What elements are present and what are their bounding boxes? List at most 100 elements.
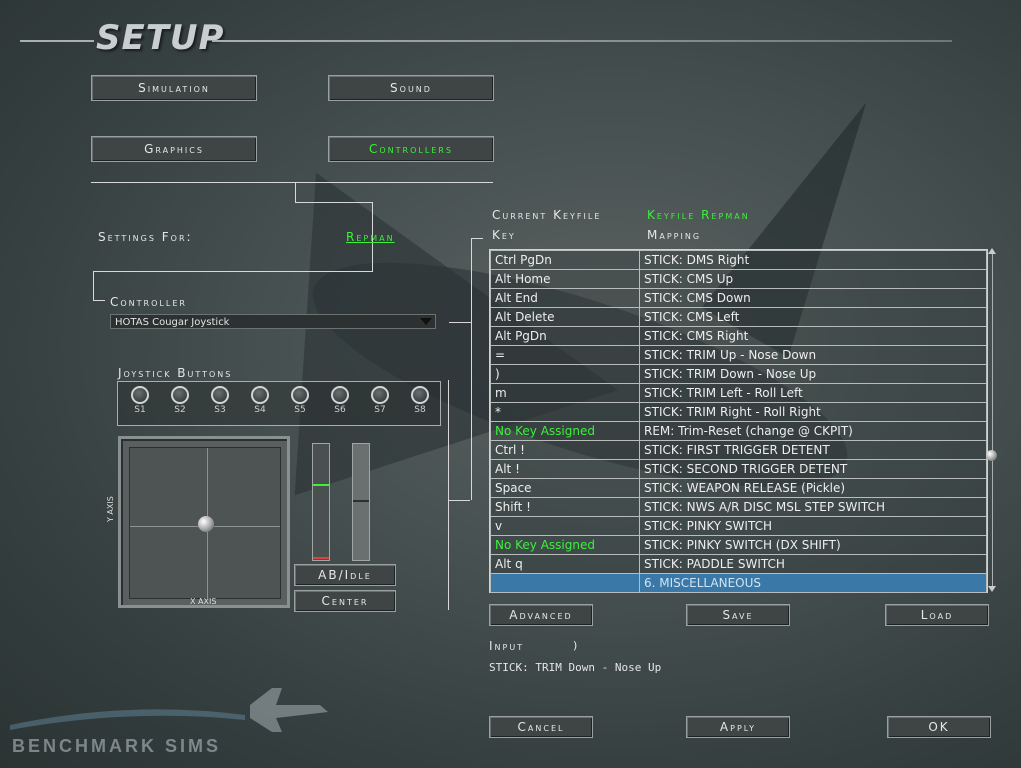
rudder-slider[interactable]: [352, 443, 370, 561]
table-row[interactable]: * STICK: TRIM Right - Roll Right: [490, 402, 987, 422]
table-row[interactable]: Alt End STICK: CMS Down: [490, 288, 987, 308]
table-row[interactable]: Alt q STICK: PADDLE SWITCH: [490, 554, 987, 574]
table-row[interactable]: No Key Assigned STICK: PINKY SWITCH (DX S…: [490, 535, 987, 555]
settings-for-label: Settings For:: [98, 230, 193, 244]
chevron-down-icon[interactable]: [420, 318, 432, 325]
mapping-cell[interactable]: STICK: CMS Down: [639, 288, 987, 308]
mapping-cell[interactable]: REM: Trim-Reset (change @ CKPIT): [639, 421, 987, 441]
scroll-up-icon[interactable]: [988, 248, 996, 254]
settings-for-value[interactable]: Repman: [346, 230, 395, 244]
key-cell[interactable]: Alt PgDn: [490, 326, 640, 346]
table-row[interactable]: No Key Assigned REM: Trim-Reset (change @…: [490, 421, 987, 441]
axis-position-indicator: [198, 516, 214, 532]
key-cell[interactable]: Ctrl !: [490, 440, 640, 460]
divider-line: [91, 182, 493, 183]
mapping-cell[interactable]: STICK: PINKY SWITCH (DX SHIFT): [639, 535, 987, 555]
key-cell[interactable]: *: [490, 402, 640, 422]
table-row[interactable]: m STICK: TRIM Left - Roll Left: [490, 383, 987, 403]
key-cell[interactable]: No Key Assigned: [490, 535, 640, 555]
mapping-cell[interactable]: STICK: CMS Left: [639, 307, 987, 327]
ok-button[interactable]: OK: [887, 716, 991, 738]
x-axis-label: X AXIS: [190, 597, 217, 606]
mapping-cell[interactable]: STICK: NWS A/R DISC MSL STEP SWITCH: [639, 497, 987, 517]
key-cell[interactable]: Alt !: [490, 459, 640, 479]
joystick-button-label: S1: [134, 405, 146, 415]
connector-line: [449, 322, 471, 323]
mapping-cell[interactable]: STICK: CMS Up: [639, 269, 987, 289]
advanced-button[interactable]: Advanced: [489, 604, 593, 626]
mapping-cell[interactable]: 6. MISCELLANEOUS: [639, 573, 987, 593]
key-cell[interactable]: ): [490, 364, 640, 384]
cancel-button[interactable]: Cancel: [489, 716, 593, 738]
table-row[interactable]: 6. MISCELLANEOUS: [490, 573, 987, 593]
joystick-button-indicator: S2: [162, 386, 198, 415]
connector-line: [93, 300, 105, 301]
key-cell[interactable]: v: [490, 516, 640, 536]
tab-simulation[interactable]: Simulation: [91, 75, 257, 101]
table-scrollbar[interactable]: [986, 248, 997, 592]
key-cell[interactable]: Alt Delete: [490, 307, 640, 327]
scrollbar-thumb[interactable]: [986, 450, 997, 461]
scrollbar-track[interactable]: [992, 250, 993, 590]
key-cell[interactable]: Space: [490, 478, 640, 498]
throttle-min-marker: [313, 557, 329, 559]
throttle-slider[interactable]: [312, 443, 330, 561]
key-cell[interactable]: [490, 573, 640, 593]
table-row[interactable]: Shift ! STICK: NWS A/R DISC MSL STEP SWIT…: [490, 497, 987, 517]
key-cell[interactable]: Alt q: [490, 554, 640, 574]
table-row[interactable]: v STICK: PINKY SWITCH: [490, 516, 987, 536]
mapping-cell[interactable]: STICK: TRIM Up - Nose Down: [639, 345, 987, 365]
key-cell[interactable]: Shift !: [490, 497, 640, 517]
table-row[interactable]: = STICK: TRIM Up - Nose Down: [490, 345, 987, 365]
tab-graphics[interactable]: Graphics: [91, 136, 257, 162]
key-cell[interactable]: No Key Assigned: [490, 421, 640, 441]
apply-button[interactable]: Apply: [686, 716, 790, 738]
input-mapping: STICK: TRIM Down - Nose Up: [489, 661, 662, 674]
scroll-down-icon[interactable]: [988, 586, 996, 592]
mapping-cell[interactable]: STICK: DMS Right: [639, 250, 987, 270]
table-row[interactable]: Ctrl ! STICK: FIRST TRIGGER DETENT: [490, 440, 987, 460]
connector-line: [448, 380, 449, 610]
table-row[interactable]: Alt ! STICK: SECOND TRIGGER DETENT: [490, 459, 987, 479]
save-button[interactable]: Save: [686, 604, 790, 626]
benchmark-sims-logo: BENCHMARK SIMS: [12, 736, 222, 756]
table-row[interactable]: Alt Home STICK: CMS Up: [490, 269, 987, 289]
key-cell[interactable]: Alt End: [490, 288, 640, 308]
table-row[interactable]: ) STICK: TRIM Down - Nose Up: [490, 364, 987, 384]
mapping-cell[interactable]: STICK: FIRST TRIGGER DETENT: [639, 440, 987, 460]
controller-select[interactable]: HOTAS Cougar Joystick: [110, 314, 436, 329]
mapping-cell[interactable]: STICK: WEAPON RELEASE (Pickle): [639, 478, 987, 498]
table-row[interactable]: Alt Delete STICK: CMS Left: [490, 307, 987, 327]
button-led-icon: [331, 386, 349, 404]
connector-line: [471, 238, 483, 239]
page-title: SETUP: [96, 18, 225, 58]
keymap-table: Ctrl PgDn STICK: DMS Right Alt Home STICK: …: [489, 249, 988, 593]
button-led-icon: [291, 386, 309, 404]
controller-label: Controller: [110, 295, 187, 309]
mapping-cell[interactable]: STICK: PINKY SWITCH: [639, 516, 987, 536]
mapping-cell[interactable]: STICK: TRIM Down - Nose Up: [639, 364, 987, 384]
rudder-marker: [353, 500, 369, 502]
load-button[interactable]: Load: [885, 604, 989, 626]
key-cell[interactable]: m: [490, 383, 640, 403]
table-row[interactable]: Space STICK: WEAPON RELEASE (Pickle): [490, 478, 987, 498]
key-cell[interactable]: =: [490, 345, 640, 365]
input-value: ): [572, 639, 579, 652]
joystick-button-label: S3: [214, 405, 226, 415]
table-row[interactable]: Ctrl PgDn STICK: DMS Right: [490, 250, 987, 270]
mapping-cell[interactable]: STICK: SECOND TRIGGER DETENT: [639, 459, 987, 479]
key-cell[interactable]: Ctrl PgDn: [490, 250, 640, 270]
mapping-cell[interactable]: STICK: CMS Right: [639, 326, 987, 346]
joystick-button-label: S7: [374, 405, 386, 415]
center-button[interactable]: Center: [294, 590, 396, 612]
ab-idle-button[interactable]: AB/Idle: [294, 564, 396, 586]
mapping-cell[interactable]: STICK: TRIM Right - Roll Right: [639, 402, 987, 422]
key-cell[interactable]: Alt Home: [490, 269, 640, 289]
mapping-cell[interactable]: STICK: PADDLE SWITCH: [639, 554, 987, 574]
current-keyfile-value: Keyfile Repman: [647, 208, 750, 222]
mapping-cell[interactable]: STICK: TRIM Left - Roll Left: [639, 383, 987, 403]
tab-controllers[interactable]: Controllers: [328, 136, 494, 162]
tab-sound[interactable]: Sound: [328, 75, 494, 101]
button-led-icon: [131, 386, 149, 404]
table-row[interactable]: Alt PgDn STICK: CMS Right: [490, 326, 987, 346]
